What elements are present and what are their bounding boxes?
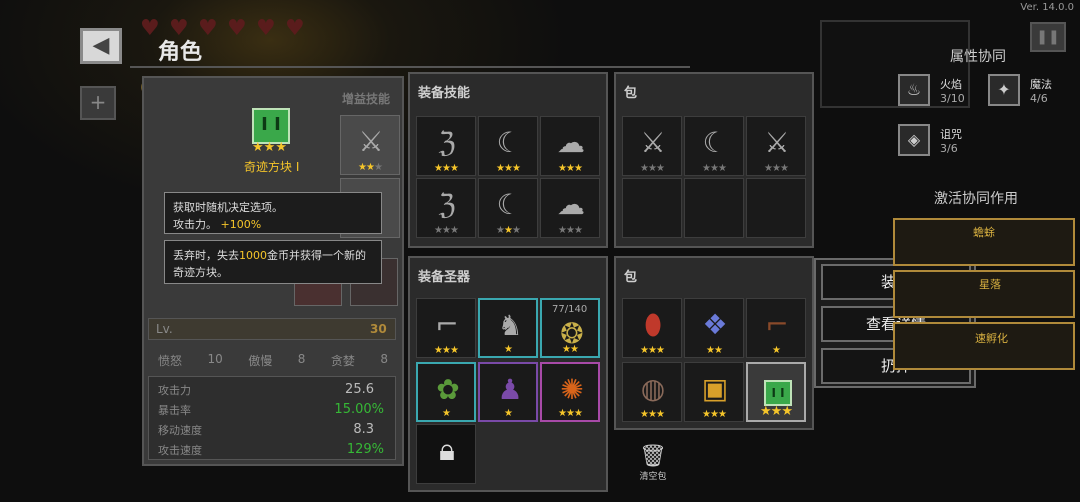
attack-bonus: +100% — [220, 218, 262, 231]
cloud-skill-icon: ☁ — [557, 188, 585, 221]
flame-icon[interactable]: ♨ — [898, 74, 930, 106]
level-label: Lv. — [156, 322, 173, 336]
fireball-relic-icon: ✺ — [560, 373, 584, 406]
miracle-cube-icon: I I — [764, 380, 792, 406]
item-tooltip-effect: 获取时随机决定选项。 攻击力。 +100% — [164, 192, 382, 234]
tooltip-line: 获取时随机决定选项。 — [173, 201, 283, 214]
buff-skill-slot[interactable]: ⚔ ★★★ — [340, 115, 400, 175]
panel-title: 装备圣器 — [418, 270, 471, 285]
item-stars: ★★★ — [252, 140, 287, 155]
gun-relic-icon: ⌐ — [765, 308, 789, 341]
clear-bag-button[interactable]: 🗑︎ 清空包 — [636, 444, 670, 482]
panel-title: 包 — [624, 86, 638, 101]
skill-slot[interactable]: ℨ ★★★ — [416, 178, 476, 238]
bag-slot[interactable]: ◍ ★★★ — [622, 362, 682, 422]
slime-relic-icon: ✿ — [436, 373, 460, 406]
skill-slot[interactable]: ℨ ★★★ — [416, 116, 476, 176]
item-tooltip-drop: 丢弃时，失去1000金币并获得一个新的 奇迹方块。 — [164, 240, 382, 284]
plus-button[interactable]: + — [80, 86, 116, 120]
synergy-curse: 诅咒 3/6 — [940, 128, 962, 155]
tooltip-line: 攻击力。 +100% — [173, 218, 262, 231]
tooltip-line: 奇迹方块。 — [173, 266, 228, 279]
gun-relic-icon: ⌐ — [435, 308, 459, 341]
header-bar — [130, 28, 690, 68]
relic-slot[interactable]: ⌐ ★★★ — [416, 298, 476, 358]
bird-relic-icon: ♞ — [497, 309, 523, 342]
pause-icon: ❚❚ — [1036, 29, 1060, 45]
panel-title: 包 — [624, 270, 638, 285]
trash-icon: 🗑︎ — [639, 444, 667, 469]
back-button[interactable]: ◀ — [80, 28, 122, 64]
bag-slot[interactable]: ☾ ★★★ — [684, 116, 744, 176]
relic-count: 77/140 — [552, 304, 588, 315]
synergy-title: 属性协同 — [950, 49, 1006, 65]
page-title: 角色 — [158, 40, 203, 65]
bag-slot[interactable]: ▣ ★★★ — [684, 362, 744, 422]
skill-slot[interactable]: ☾ ★★★ — [478, 178, 538, 238]
magic-star-icon[interactable]: ✦ — [988, 74, 1020, 106]
level-value: 30 — [370, 322, 387, 336]
relic-slot[interactable]: ✺ ★★★ — [540, 362, 600, 422]
back-arrow-icon: ◀ — [92, 33, 110, 58]
bag-slot[interactable] — [746, 178, 806, 238]
pause-button[interactable]: ❚❚ — [1030, 22, 1066, 52]
bag-slot[interactable]: ❖ ★★ — [684, 298, 744, 358]
bag-slot[interactable] — [684, 178, 744, 238]
synergy-flame: 火焰 3/10 — [940, 78, 965, 105]
lock-icon: 🔒︎ — [439, 433, 455, 468]
bag-slot-selected[interactable]: I I ★★★ — [746, 362, 806, 422]
slash-skill-icon: ☾ — [496, 126, 522, 159]
bag-slot[interactable] — [622, 178, 682, 238]
skill-slot[interactable]: ☁ ★★★ — [540, 178, 600, 238]
tooltip-line: 丢弃时，失去1000金币并获得一个新的 — [173, 249, 366, 262]
locked-slot: 🔒︎ — [416, 424, 476, 484]
skill-slot[interactable]: ☁ ★★★ — [540, 116, 600, 176]
active-synergy-toad[interactable]: 蟾蜍 — [893, 218, 1075, 266]
curse-eye-icon[interactable]: ◈ — [898, 124, 930, 156]
slash-skill-icon: ☾ — [702, 126, 728, 159]
miracle-cube-icon: I I — [252, 108, 290, 144]
version-label: Ver. 14.0.0 — [1020, 2, 1074, 13]
bag-slot[interactable]: ⬮ ★★★ — [622, 298, 682, 358]
plus-icon: + — [89, 90, 107, 114]
relic-slot[interactable]: 77/140 ❂ ★★ — [540, 298, 600, 358]
level-row — [148, 318, 396, 340]
active-synergy-title: 激活协同作用 — [934, 191, 1018, 207]
bag-slot[interactable]: ⌐ ★ — [746, 298, 806, 358]
scorpion-skill-icon: ℨ — [438, 188, 456, 221]
sword-skill-icon: ⚔ — [764, 126, 790, 159]
sword-skill-icon: ⚔ — [358, 125, 384, 158]
traits-row: 愤怒10 傲慢88 贪婪8 — [158, 352, 388, 368]
clear-bag-label: 清空包 — [639, 472, 667, 482]
synergy-magic: 魔法 4/6 — [1030, 78, 1052, 105]
scorpion-skill-icon: ℨ — [438, 126, 456, 159]
bag-slot[interactable]: ⚔ ★★★ — [746, 116, 806, 176]
relic-slot[interactable]: ♞ ★ — [478, 298, 538, 358]
hood-relic-icon: ♟ — [497, 373, 523, 406]
crystal-bird-icon: ❖ — [702, 308, 728, 341]
relic-slot[interactable]: ♟ ★ — [478, 362, 538, 422]
bag-slot[interactable]: ⚔ ★★★ — [622, 116, 682, 176]
box-relic-icon: ▣ — [701, 372, 729, 405]
item-name: 奇迹方块 I — [244, 160, 300, 174]
nest-icon: ◍ — [640, 372, 666, 405]
sword-skill-icon: ⚔ — [640, 126, 666, 159]
active-synergy-starfall[interactable]: 星落 — [893, 270, 1075, 318]
relic-slot[interactable]: ✿ ★ — [416, 362, 476, 422]
slash-skill-icon: ☾ — [496, 188, 522, 221]
cloud-skill-icon: ☁ — [557, 126, 585, 159]
gold-cost: 1000 — [239, 249, 267, 262]
red-egg-icon: ⬮ — [644, 308, 662, 341]
active-synergy-hatch[interactable]: 速孵化 — [893, 322, 1075, 370]
panel-title: 装备技能 — [418, 86, 471, 101]
skill-slot[interactable]: ☾ ★★★ — [478, 116, 538, 176]
buff-skill-label: 增益技能 — [342, 92, 391, 106]
